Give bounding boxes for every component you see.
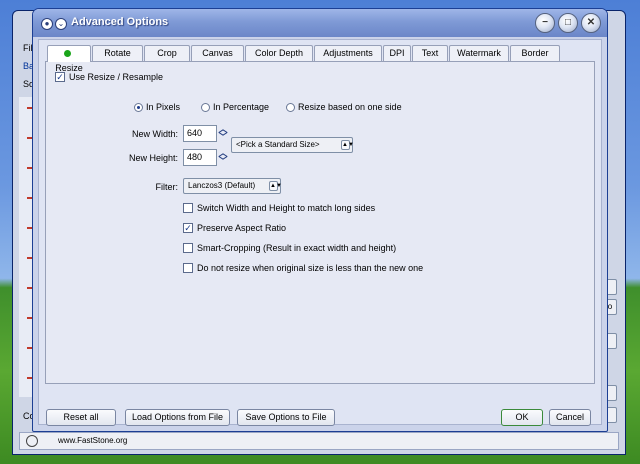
tab-label: Rotate [104, 48, 131, 58]
active-tab-indicator-icon [64, 50, 71, 57]
tab-label: Resize [55, 63, 83, 73]
in-percentage-radio[interactable] [201, 103, 210, 112]
tab-dpi[interactable]: DPI [383, 45, 411, 61]
use-resize-label: Use Resize / Resample [69, 72, 164, 82]
advanced-options-dialog: ● ⌄ Advanced Options − □ ✕ Resize Rotate… [32, 8, 608, 432]
preserve-aspect-ratio-label: Preserve Aspect Ratio [197, 223, 287, 233]
maximize-button[interactable]: □ [558, 13, 578, 33]
spin-down-icon[interactable]: ﹀ [218, 157, 228, 166]
minimize-button[interactable]: − [535, 13, 555, 33]
website-link[interactable]: www.FastStone.org [58, 436, 127, 445]
new-height-input[interactable]: 480 [183, 149, 217, 166]
tab-label: Watermark [457, 48, 501, 58]
preserve-aspect-ratio-checkbox[interactable]: ✓ [183, 223, 193, 233]
spin-down-icon[interactable]: ﹀ [218, 133, 228, 142]
dialog-title: Advanced Options [71, 16, 169, 28]
tab-label: Border [521, 48, 549, 58]
switch-width-height-checkbox[interactable] [183, 203, 193, 213]
filter-select[interactable]: Lanczos3 (Default) ▲▼ [183, 178, 282, 194]
tab-label: DPI [389, 48, 405, 58]
no-upscale-checkbox[interactable] [183, 263, 193, 273]
chevron-icon[interactable]: ⌄ [55, 18, 67, 30]
tab-label: Canvas [202, 48, 233, 58]
tab-strip: Resize Rotate Crop Canvas Color Depth Ad… [47, 45, 561, 73]
tab-adjustments[interactable]: Adjustments [314, 45, 382, 61]
standard-size-select[interactable]: <Pick a Standard Size> ▲▼ [231, 137, 354, 153]
in-pixels-label: In Pixels [146, 102, 181, 112]
save-options-button[interactable]: Save Options to File [237, 409, 335, 426]
tab-label: Text [421, 48, 439, 58]
close-button[interactable]: ✕ [581, 13, 601, 33]
resize-one-side-label: Resize based on one side [298, 102, 402, 112]
tab-resize[interactable]: Resize [47, 45, 91, 73]
tab-rotate[interactable]: Rotate [92, 45, 143, 61]
ok-button[interactable]: OK [501, 409, 543, 426]
background-status-bar: www.FastStone.org [19, 432, 619, 450]
smart-cropping-label: Smart-Cropping (Result in exact width an… [197, 243, 397, 253]
tab-label: Adjustments [323, 48, 373, 58]
filter-label: Filter: [155, 182, 179, 192]
circle-icon[interactable]: ● [41, 18, 53, 30]
tab-label: Crop [157, 48, 177, 58]
tab-label: Color Depth [254, 48, 304, 58]
filter-value: Lanczos3 (Default) [188, 181, 256, 190]
tab-watermark[interactable]: Watermark [449, 45, 509, 61]
new-height-label: New Height: [128, 153, 178, 163]
dialog-title-bar[interactable]: ● ⌄ Advanced Options − □ ✕ [33, 9, 607, 37]
tab-color-depth[interactable]: Color Depth [245, 45, 313, 61]
switch-width-height-label: Switch Width and Height to match long si… [197, 203, 376, 213]
tab-border[interactable]: Border [510, 45, 560, 61]
resize-one-side-radio[interactable] [286, 103, 295, 112]
clock-icon [26, 435, 38, 447]
dropdown-arrow-icon[interactable]: ▲▼ [341, 140, 354, 150]
in-percentage-label: In Percentage [213, 102, 270, 112]
dropdown-arrow-icon[interactable]: ▲▼ [269, 181, 282, 191]
dialog-client-area: Resize Rotate Crop Canvas Color Depth Ad… [38, 39, 602, 426]
load-options-button[interactable]: Load Options from File [125, 409, 230, 426]
tab-text[interactable]: Text [412, 45, 448, 61]
in-pixels-radio[interactable] [134, 103, 143, 112]
tab-canvas[interactable]: Canvas [191, 45, 244, 61]
tab-crop[interactable]: Crop [144, 45, 190, 61]
new-width-spinner[interactable]: ︿ ﹀ [218, 125, 228, 142]
no-upscale-label: Do not resize when original size is less… [197, 263, 424, 273]
new-width-input[interactable]: 640 [183, 125, 217, 142]
resize-panel: ✓ Use Resize / Resample In Pixels In Per… [45, 61, 595, 384]
smart-cropping-checkbox[interactable] [183, 243, 193, 253]
standard-size-value: <Pick a Standard Size> [236, 140, 320, 149]
cancel-button[interactable]: Cancel [549, 409, 591, 426]
reset-all-button[interactable]: Reset all [46, 409, 116, 426]
new-height-spinner[interactable]: ︿ ﹀ [218, 149, 228, 166]
new-width-label: New Width: [131, 129, 178, 139]
